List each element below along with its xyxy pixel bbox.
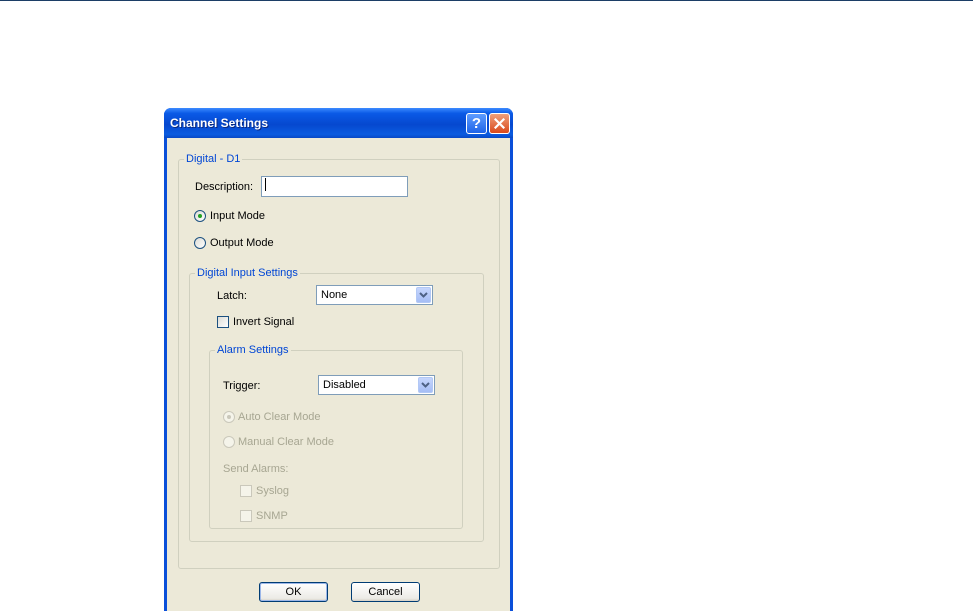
auto-clear-radio[interactable] bbox=[223, 411, 235, 423]
description-label: Description: bbox=[195, 181, 254, 193]
chevron-down-icon bbox=[419, 292, 428, 298]
ok-button[interactable]: OK bbox=[259, 582, 328, 602]
snmp-label[interactable]: SNMP bbox=[256, 510, 288, 522]
digital-input-legend: Digital Input Settings bbox=[197, 267, 298, 279]
latch-select[interactable]: None bbox=[316, 285, 433, 305]
output-mode-radio[interactable] bbox=[194, 237, 206, 249]
text-cursor bbox=[265, 178, 266, 191]
channel-settings-dialog: Channel Settings ? Digital - D1 Descript… bbox=[164, 108, 513, 611]
trigger-value: Disabled bbox=[323, 379, 366, 391]
auto-clear-label[interactable]: Auto Clear Mode bbox=[238, 411, 321, 423]
send-alarms-label: Send Alarms: bbox=[223, 463, 289, 475]
cancel-button[interactable]: Cancel bbox=[351, 582, 420, 602]
trigger-select[interactable]: Disabled bbox=[318, 375, 435, 395]
trigger-label: Trigger: bbox=[223, 380, 261, 392]
radio-selected-dot bbox=[227, 415, 231, 419]
latch-label: Latch: bbox=[217, 290, 247, 302]
trigger-dropdown-button[interactable] bbox=[418, 377, 433, 393]
invert-signal-label[interactable]: Invert Signal bbox=[233, 316, 294, 328]
latch-value: None bbox=[321, 289, 348, 301]
snmp-checkbox[interactable] bbox=[240, 510, 252, 522]
channel-group-legend: Digital - D1 bbox=[186, 153, 241, 165]
input-mode-label[interactable]: Input Mode bbox=[210, 210, 265, 222]
manual-clear-radio[interactable] bbox=[223, 436, 235, 448]
help-icon: ? bbox=[471, 115, 482, 132]
chevron-down-icon bbox=[421, 382, 430, 388]
output-mode-label[interactable]: Output Mode bbox=[210, 237, 274, 249]
invert-signal-checkbox[interactable] bbox=[217, 316, 229, 328]
input-mode-radio[interactable] bbox=[194, 210, 206, 222]
help-button[interactable]: ? bbox=[466, 113, 487, 134]
syslog-label[interactable]: Syslog bbox=[256, 485, 289, 497]
radio-selected-dot bbox=[198, 214, 202, 218]
top-border-line bbox=[0, 0, 973, 1]
dialog-title: Channel Settings bbox=[170, 116, 269, 130]
close-button[interactable] bbox=[489, 113, 510, 134]
manual-clear-label[interactable]: Manual Clear Mode bbox=[238, 436, 334, 448]
close-icon bbox=[494, 118, 505, 129]
latch-dropdown-button[interactable] bbox=[416, 287, 431, 303]
dialog-body: Digital - D1 Description: Input Mode Out… bbox=[167, 138, 510, 611]
title-bar[interactable]: Channel Settings ? bbox=[164, 108, 513, 138]
syslog-checkbox[interactable] bbox=[240, 485, 252, 497]
description-input[interactable] bbox=[261, 176, 408, 197]
alarm-settings-legend: Alarm Settings bbox=[217, 344, 289, 356]
